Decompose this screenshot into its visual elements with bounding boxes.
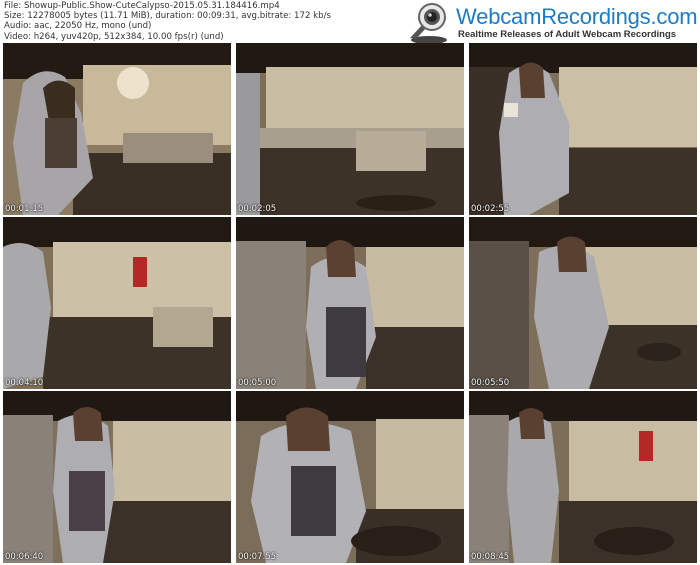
file-metadata: File: Showup-Public.Show-CuteCalypso-201… — [4, 1, 331, 42]
video-thumbnail[interactable]: 00:02:55 — [469, 43, 697, 215]
thumbnail-timestamp: 00:05:00 — [238, 378, 277, 388]
meta-audio: Audio: aac, 22050 Hz, mono (und) — [4, 21, 152, 32]
video-thumbnail[interactable]: 00:02:05 — [236, 43, 464, 215]
thumbnail-timestamp: 00:08:45 — [471, 552, 510, 562]
thumbnail-timestamp: 00:01:15 — [5, 204, 44, 214]
site-logo: WebcamRecordings.com Realtime Releases o… — [404, 2, 700, 44]
meta-video: Video: h264, yuv420p, 512x384, 10.00 fps… — [4, 31, 224, 42]
logo-tagline: Realtime Releases of Adult Webcam Record… — [458, 29, 677, 40]
webcam-icon — [410, 3, 447, 44]
meta-file: File: Showup-Public.Show-CuteCalypso-201… — [4, 1, 280, 11]
thumbnail-timestamp: 00:07:55 — [238, 552, 277, 562]
video-thumbnail[interactable]: 00:05:00 — [236, 217, 464, 389]
video-thumbnail[interactable]: 00:05:50 — [469, 217, 697, 389]
video-thumbnail[interactable]: 00:04:10 — [3, 217, 231, 389]
video-thumbnail[interactable]: 00:06:40 — [3, 391, 231, 563]
logo-name: WebcamRecordings.com — [456, 4, 698, 29]
video-thumbnail[interactable]: 00:01:15 — [3, 43, 231, 215]
video-thumbnail[interactable]: 00:07:55 — [236, 391, 464, 563]
thumbnail-timestamp: 00:02:55 — [471, 204, 510, 214]
thumbnail-timestamp: 00:06:40 — [5, 552, 44, 562]
video-thumbnail[interactable]: 00:08:45 — [469, 391, 697, 563]
meta-size: Size: 12278005 bytes (11.71 MiB), durati… — [4, 11, 331, 22]
thumbnail-timestamp: 00:04:10 — [5, 378, 44, 388]
thumbnail-timestamp: 00:02:05 — [238, 204, 277, 214]
thumbnail-grid: 00:01:15 00:02:05 00:02:55 00:04:10 00:0… — [3, 43, 697, 565]
thumbnail-timestamp: 00:05:50 — [471, 378, 510, 388]
header: File: Showup-Public.Show-CuteCalypso-201… — [0, 0, 700, 44]
